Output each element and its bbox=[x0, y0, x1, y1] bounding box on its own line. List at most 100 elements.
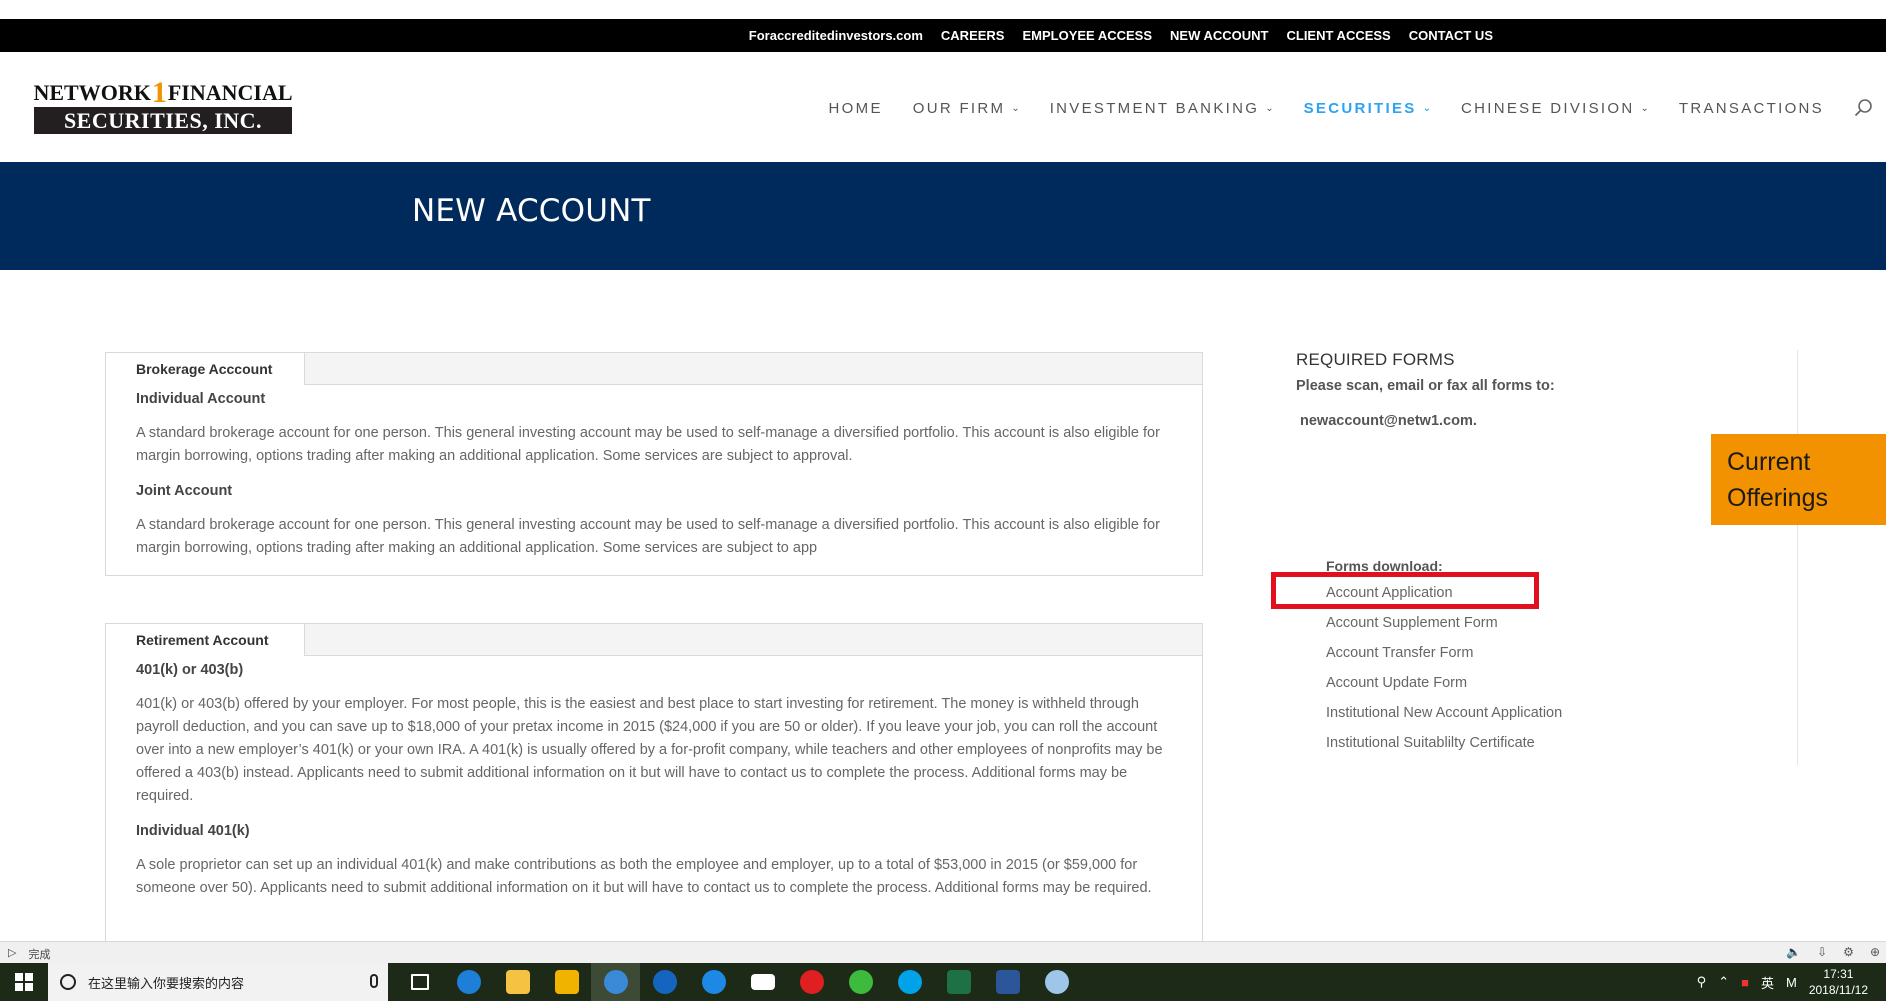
chevron-down-icon: ⌄ bbox=[1011, 102, 1020, 114]
file-explorer-icon[interactable] bbox=[493, 963, 542, 1001]
logo-network: NETWORK bbox=[33, 80, 151, 105]
individual-401k-text: A sole proprietor can set up an individu… bbox=[136, 857, 1152, 896]
settings-icon[interactable]: ⚙ bbox=[1843, 945, 1854, 959]
cortana-icon bbox=[60, 974, 76, 990]
zoom-icon[interactable]: ⊕ bbox=[1870, 945, 1880, 959]
company-logo[interactable]: NETWORK 1 FINANCIAL SECURITIES, INC. bbox=[33, 76, 293, 135]
page-title: NEW ACCOUNT bbox=[412, 193, 651, 229]
main-nav: HOME OUR FIRM ⌄ INVESTMENT BANKING ⌄ SECUR… bbox=[799, 98, 1886, 118]
nav-transactions-label: TRANSACTIONS bbox=[1678, 99, 1824, 117]
taskbar-search-placeholder: 在这里输入你要搜索的内容 bbox=[88, 975, 245, 991]
retirement-account-panel: Retirement Account 401(k) or 403(b) 401(… bbox=[105, 623, 1203, 941]
tray-expand-icon[interactable]: ⌃ bbox=[1718, 974, 1729, 990]
pdf-tray-icon[interactable]: ■ bbox=[1741, 975, 1749, 990]
logo-financial: FINANCIAL bbox=[167, 80, 293, 105]
status-right: 🔈 ⇩ ⚙ ⊕ bbox=[1786, 945, 1880, 959]
status-left: ▷ 完成 bbox=[8, 946, 50, 962]
nav-transactions[interactable]: TRANSACTIONS bbox=[1679, 100, 1824, 117]
required-forms-note: Please scan, email or fax all forms to: bbox=[1296, 378, 1555, 394]
required-forms-sidebar: REQUIRED FORMS Please scan, email or fax… bbox=[1296, 350, 1798, 765]
current-offerings-button[interactable]: Current Offerings bbox=[1711, 434, 1886, 525]
windows-taskbar: 在这里输入你要搜索的内容 ⚲ ⌃ ■ 英 M 17:31 2018/11/12 bbox=[0, 963, 1886, 1001]
edge-browser-icon[interactable] bbox=[444, 963, 493, 1001]
wechat-icon[interactable] bbox=[836, 963, 885, 1001]
brokerage-content: Individual Account A standard brokerage … bbox=[106, 385, 1202, 560]
top-link-contact-us[interactable]: CONTACT US bbox=[1409, 28, 1493, 43]
skype-icon[interactable] bbox=[885, 963, 934, 1001]
paint-icon[interactable] bbox=[1032, 963, 1081, 1001]
top-strip bbox=[0, 0, 1886, 19]
excel-icon[interactable] bbox=[934, 963, 983, 1001]
form-link-account-supplement[interactable]: Account Supplement Form bbox=[1326, 608, 1562, 638]
page-banner: NEW ACCOUNT bbox=[0, 162, 1886, 270]
retirement-content: 401(k) or 403(b) 401(k) or 403(b) offere… bbox=[106, 656, 1202, 900]
tab-brokerage-account[interactable]: Brokerage Acccount bbox=[106, 353, 305, 385]
individual-401k-heading: Individual 401(k) bbox=[136, 823, 250, 839]
microphone-icon[interactable] bbox=[370, 974, 378, 988]
logo-line-2: SECURITIES, INC. bbox=[34, 107, 292, 134]
taskbar-clock[interactable]: 17:31 2018/11/12 bbox=[1809, 966, 1868, 998]
nav-investment-banking-label: INVESTMENT BANKING bbox=[1049, 99, 1260, 117]
browser-app-icon[interactable] bbox=[591, 963, 640, 1001]
401k-403b-heading: 401(k) or 403(b) bbox=[136, 662, 244, 678]
windows-start-icon[interactable] bbox=[0, 963, 48, 1001]
clock-time: 17:31 bbox=[1823, 967, 1854, 981]
store-icon[interactable] bbox=[542, 963, 591, 1001]
top-links: Foraccreditedinvestors.com CAREERS EMPLO… bbox=[749, 19, 1493, 52]
joint-account-text: A standard brokerage account for one per… bbox=[136, 517, 1160, 556]
browser-status-bar: ▷ 完成 🔈 ⇩ ⚙ ⊕ bbox=[0, 941, 1886, 963]
nav-securities[interactable]: SECURITIES ⌄ bbox=[1304, 100, 1431, 117]
ime-indicator[interactable]: 英 bbox=[1761, 973, 1774, 992]
speaker-icon[interactable]: 🔈 bbox=[1786, 945, 1801, 959]
nav-investment-banking[interactable]: INVESTMENT BANKING ⌄ bbox=[1050, 100, 1274, 117]
netease-music-icon[interactable] bbox=[787, 963, 836, 1001]
top-link-accredited[interactable]: Foraccreditedinvestors.com bbox=[749, 28, 923, 43]
system-tray: ⚲ ⌃ ■ 英 M 17:31 2018/11/12 bbox=[1697, 963, 1886, 1001]
retirement-tab-row: Retirement Account bbox=[106, 624, 1202, 656]
mail-icon[interactable] bbox=[738, 963, 787, 1001]
status-text: 完成 bbox=[28, 949, 51, 961]
chevron-down-icon: ⌄ bbox=[1422, 102, 1431, 114]
nav-home-label: HOME bbox=[828, 99, 883, 117]
nav-chinese-division[interactable]: CHINESE DIVISION ⌄ bbox=[1461, 100, 1649, 117]
taskbar-search-box[interactable]: 在这里输入你要搜索的内容 bbox=[48, 963, 388, 1001]
top-link-client-access[interactable]: CLIENT ACCESS bbox=[1286, 28, 1390, 43]
top-link-careers[interactable]: CAREERS bbox=[941, 28, 1005, 43]
top-link-employee-access[interactable]: EMPLOYEE ACCESS bbox=[1022, 28, 1152, 43]
form-link-institutional-new-account[interactable]: Institutional New Account Application bbox=[1326, 698, 1562, 728]
individual-account-text: A standard brokerage account for one per… bbox=[136, 425, 1160, 464]
logo-mark: 1 bbox=[151, 76, 167, 109]
clock-date: 2018/11/12 bbox=[1808, 983, 1868, 997]
nav-chinese-division-label: CHINESE DIVISION bbox=[1460, 99, 1635, 117]
brokerage-tab-row: Brokerage Acccount bbox=[106, 353, 1202, 385]
download-icon[interactable]: ⇩ bbox=[1817, 945, 1827, 959]
form-link-account-update[interactable]: Account Update Form bbox=[1326, 668, 1562, 698]
site-header: NETWORK 1 FINANCIAL SECURITIES, INC. HOM… bbox=[0, 52, 1886, 162]
401k-403b-text: 401(k) or 403(b) offered by your employe… bbox=[136, 696, 1163, 804]
logo-line-1: NETWORK 1 FINANCIAL bbox=[33, 76, 293, 109]
form-link-institutional-suitability[interactable]: Institutional Suitablilty Certificate bbox=[1326, 728, 1562, 758]
kuwo-icon[interactable] bbox=[640, 963, 689, 1001]
chevron-down-icon: ⌄ bbox=[1265, 102, 1274, 114]
taskbar-apps bbox=[395, 963, 1081, 1001]
nav-our-firm[interactable]: OUR FIRM ⌄ bbox=[913, 100, 1020, 117]
required-forms-email[interactable]: newaccount@netw1.com. bbox=[1296, 413, 1797, 429]
word-icon[interactable] bbox=[983, 963, 1032, 1001]
clock-app-icon[interactable] bbox=[689, 963, 738, 1001]
required-forms-title: REQUIRED FORMS bbox=[1296, 350, 1455, 369]
top-bar: Foraccreditedinvestors.com CAREERS EMPLO… bbox=[0, 19, 1886, 52]
page-icon: ▷ bbox=[8, 947, 17, 959]
task-view-icon[interactable] bbox=[395, 963, 444, 1001]
joint-account-heading: Joint Account bbox=[136, 483, 233, 499]
search-icon[interactable] bbox=[1854, 98, 1874, 118]
people-icon[interactable]: ⚲ bbox=[1697, 974, 1707, 990]
nav-home[interactable]: HOME bbox=[829, 100, 883, 117]
nav-securities-label: SECURITIES bbox=[1303, 99, 1417, 117]
ime-mode-indicator[interactable]: M bbox=[1786, 975, 1797, 990]
tab-retirement-account[interactable]: Retirement Account bbox=[106, 624, 305, 656]
chevron-down-icon: ⌄ bbox=[1640, 102, 1649, 114]
form-link-account-transfer[interactable]: Account Transfer Form bbox=[1326, 638, 1562, 668]
top-link-new-account[interactable]: NEW ACCOUNT bbox=[1170, 28, 1268, 43]
nav-our-firm-label: OUR FIRM bbox=[912, 99, 1006, 117]
individual-account-heading: Individual Account bbox=[136, 391, 266, 407]
